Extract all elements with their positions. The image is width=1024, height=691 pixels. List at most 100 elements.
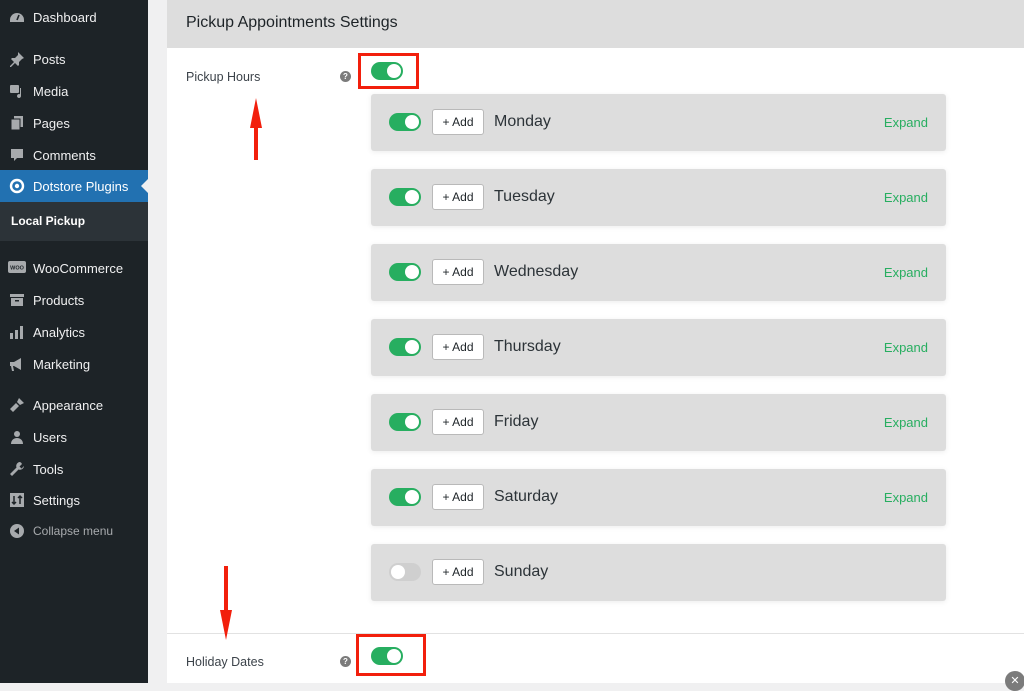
divider [167, 633, 1024, 634]
day-row-thursday: + Add Thursday Expand [371, 319, 946, 376]
day-toggle[interactable] [389, 563, 421, 581]
day-name: Sunday [494, 563, 549, 580]
sidebar-item-label: Dotstore Plugins [33, 178, 129, 194]
sidebar-submenu: Local Pickup [0, 202, 148, 241]
sidebar-item-comments[interactable]: Comments [0, 139, 148, 171]
close-icon[interactable]: ✕ [1005, 671, 1024, 691]
sidebar-item-label: Collapse menu [33, 524, 114, 538]
admin-sidebar: Dashboard Posts Media Pages Comments Dot… [0, 0, 148, 683]
day-name: Thursday [494, 338, 561, 355]
submenu-item-local-pickup[interactable]: Local Pickup [11, 214, 85, 228]
sidebar-item-dashboard[interactable]: Dashboard [0, 1, 148, 33]
sidebar-item-label: Pages [33, 115, 70, 131]
sidebar-item-tools[interactable]: Tools [0, 453, 148, 485]
day-row-sunday: + Add Sunday [371, 544, 946, 601]
sidebar-item-posts[interactable]: Posts [0, 43, 148, 75]
sidebar-item-media[interactable]: Media [0, 75, 148, 107]
expand-link[interactable]: Expand [884, 415, 928, 430]
sidebar-item-label: Comments [33, 147, 96, 163]
highlight-box [356, 634, 426, 676]
arrow-down-icon [220, 566, 232, 640]
day-row-saturday: + Add Saturday Expand [371, 469, 946, 526]
day-name: Tuesday [494, 188, 555, 205]
add-slot-button[interactable]: + Add [432, 409, 484, 435]
toggle-knob [405, 490, 419, 504]
target-icon [7, 176, 27, 196]
bar-chart-icon [7, 322, 27, 342]
toggle-knob [405, 415, 419, 429]
sidebar-item-label: WooCommerce [33, 260, 124, 276]
highlight-box [358, 53, 419, 89]
collapse-icon [7, 521, 27, 541]
sidebar-item-label: Settings [33, 492, 80, 508]
toggle-knob [405, 265, 419, 279]
holiday-dates-label: Holiday Dates [186, 655, 264, 669]
expand-link[interactable]: Expand [884, 265, 928, 280]
sidebar-item-label: Dashboard [33, 9, 97, 25]
toggle-knob [405, 115, 419, 129]
sidebar-item-pages[interactable]: Pages [0, 107, 148, 139]
expand-link[interactable]: Expand [884, 190, 928, 205]
sidebar-item-settings[interactable]: Settings [0, 484, 148, 516]
sidebar-item-label: Appearance [33, 397, 104, 413]
day-row-friday: + Add Friday Expand [371, 394, 946, 451]
sidebar-item-label: Users [33, 429, 67, 445]
pickup-hours-label: Pickup Hours [186, 70, 261, 84]
day-row-wednesday: + Add Wednesday Expand [371, 244, 946, 301]
day-name: Wednesday [494, 263, 579, 280]
dashboard-icon [7, 7, 27, 27]
sidebar-item-users[interactable]: Users [0, 421, 148, 453]
expand-link[interactable]: Expand [884, 490, 928, 505]
sidebar-item-woocommerce[interactable]: WOO WooCommerce [0, 252, 148, 284]
day-toggle[interactable] [389, 488, 421, 506]
sidebar-item-label: Marketing [33, 356, 91, 372]
add-slot-button[interactable]: + Add [432, 559, 484, 585]
sidebar-item-appearance[interactable]: Appearance [0, 389, 148, 421]
add-slot-button[interactable]: + Add [432, 334, 484, 360]
sidebar-item-dotstore-plugins[interactable]: Dotstore Plugins [0, 170, 148, 202]
add-slot-button[interactable]: + Add [432, 109, 484, 135]
add-slot-button[interactable]: + Add [432, 259, 484, 285]
day-name: Monday [494, 113, 551, 130]
toggle-knob [405, 340, 419, 354]
sidebar-item-label: Analytics [33, 324, 86, 340]
sidebar-item-products[interactable]: Products [0, 284, 148, 316]
sidebar-item-label: Posts [33, 51, 66, 67]
add-slot-button[interactable]: + Add [432, 184, 484, 210]
day-toggle[interactable] [389, 113, 421, 131]
sidebar-item-label: Products [33, 292, 85, 308]
sidebar-item-label: Tools [33, 461, 64, 477]
woo-icon: WOO [7, 258, 27, 278]
comment-icon [7, 145, 27, 165]
sidebar-item-analytics[interactable]: Analytics [0, 316, 148, 348]
expand-link[interactable]: Expand [884, 340, 928, 355]
add-slot-button[interactable]: + Add [432, 484, 484, 510]
day-row-monday: + Add Monday Expand [371, 94, 946, 151]
help-icon[interactable]: ? [340, 656, 351, 667]
pin-icon [7, 49, 27, 69]
wrench-icon [7, 459, 27, 479]
section-header: Pickup Appointments Settings [167, 0, 1024, 48]
page-title: Pickup Appointments Settings [186, 14, 398, 31]
archive-icon [7, 290, 27, 310]
settings-icon [7, 490, 27, 510]
settings-panel: Pickup Appointments Settings Pickup Hour… [167, 0, 1024, 691]
sidebar-item-label: Media [33, 83, 69, 99]
day-toggle[interactable] [389, 338, 421, 356]
day-toggle[interactable] [389, 263, 421, 281]
user-icon [7, 427, 27, 447]
toggle-knob [405, 190, 419, 204]
toggle-knob [391, 565, 405, 579]
day-row-tuesday: + Add Tuesday Expand [371, 169, 946, 226]
media-icon [7, 81, 27, 101]
sidebar-item-marketing[interactable]: Marketing [0, 348, 148, 380]
pages-icon [7, 113, 27, 133]
collapse-menu-button[interactable]: Collapse menu [0, 515, 148, 547]
svg-text:WOO: WOO [10, 266, 24, 272]
help-icon[interactable]: ? [340, 71, 351, 82]
expand-link[interactable]: Expand [884, 115, 928, 130]
day-name: Friday [494, 413, 539, 430]
day-name: Saturday [494, 488, 559, 505]
day-toggle[interactable] [389, 188, 421, 206]
day-toggle[interactable] [389, 413, 421, 431]
